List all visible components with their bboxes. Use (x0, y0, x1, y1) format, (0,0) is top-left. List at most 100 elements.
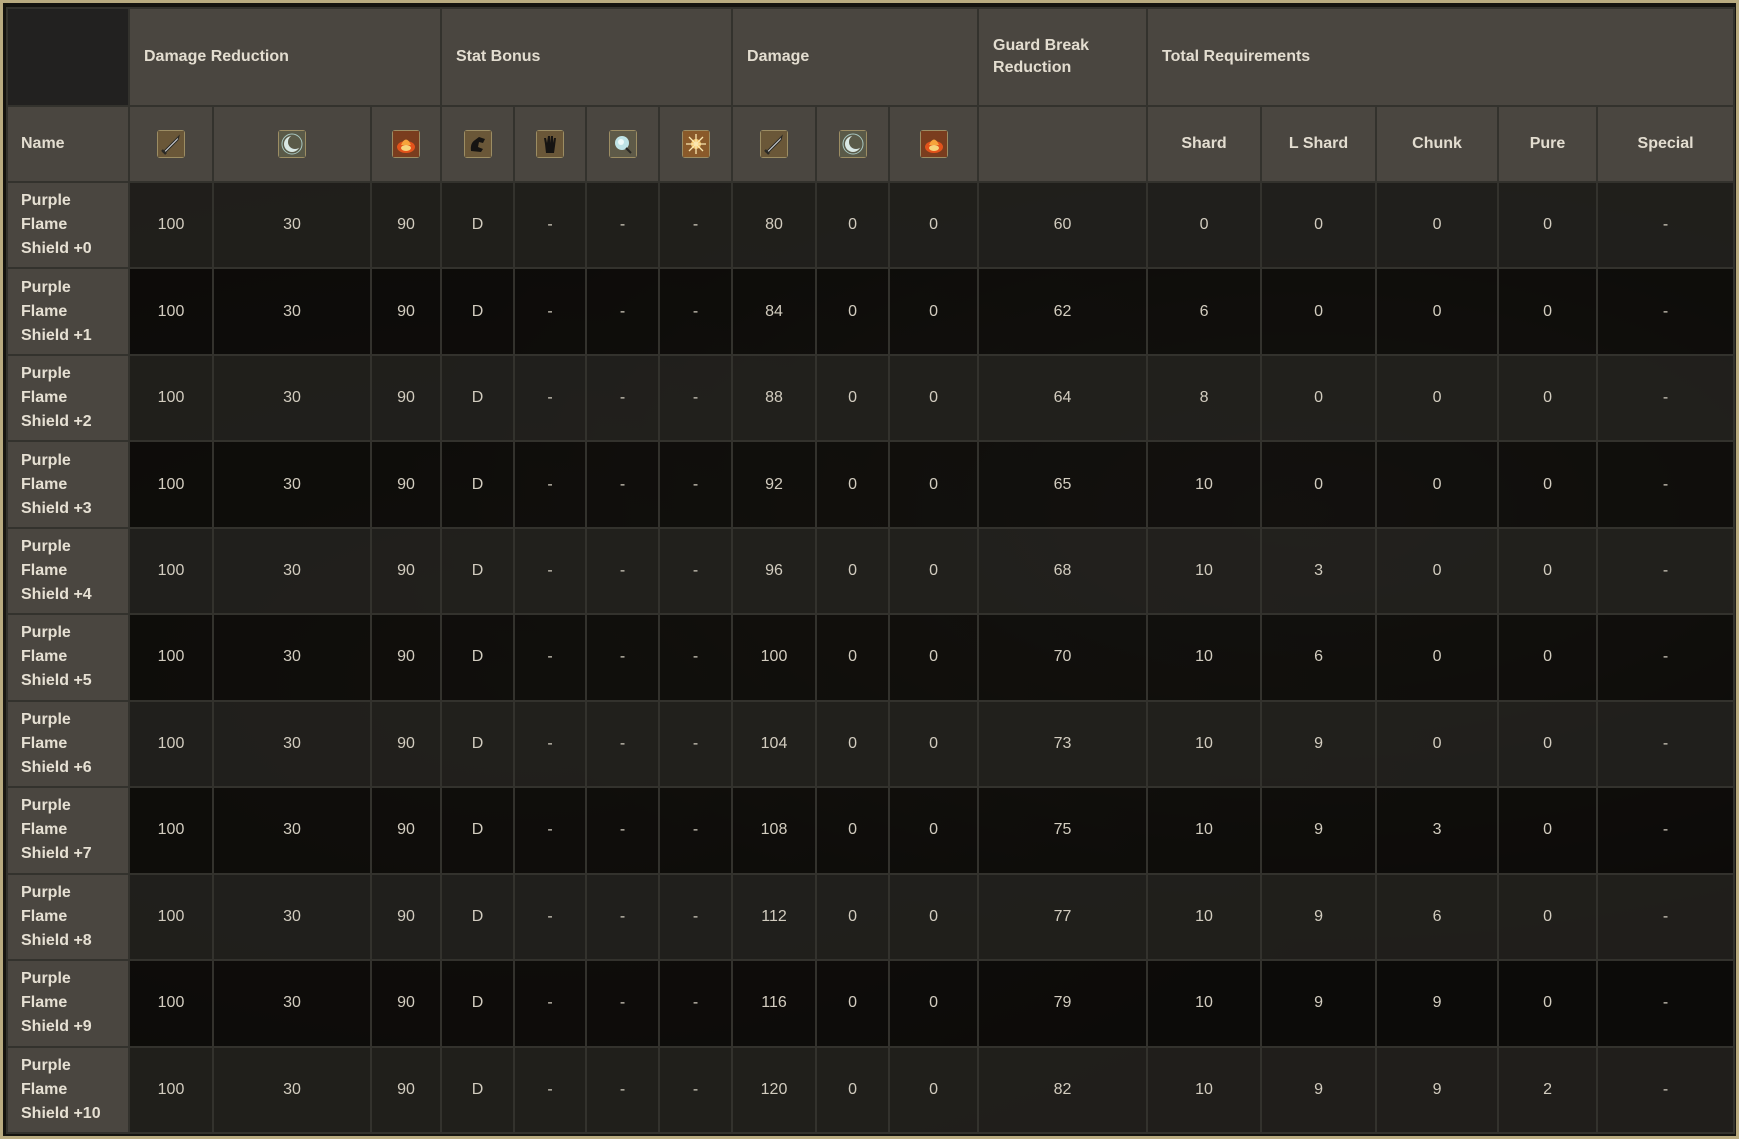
row-name: Purple Flame Shield +7 (6, 786, 130, 875)
row-name: Purple Flame Shield +2 (6, 353, 130, 443)
cell-dr-fire: 90 (370, 526, 442, 616)
cell-req-special: - (1596, 1045, 1736, 1135)
row-name: Purple Flame Shield +8 (6, 872, 130, 962)
cell-dmg-magic: 0 (815, 353, 891, 443)
cell-req-special: - (1596, 353, 1736, 443)
cell-req-pure: 0 (1497, 353, 1599, 443)
cell-req-shard: 10 (1146, 872, 1263, 962)
cell-req-l-shard: 0 (1260, 353, 1378, 443)
upgrade-table-frame: Damage Reduction Stat Bonus Damage Guard… (0, 0, 1739, 1139)
cell-req-shard: 10 (1146, 1045, 1263, 1135)
cell-req-chunk: 0 (1375, 180, 1500, 270)
cell-dr-fire: 90 (370, 1045, 442, 1135)
cell-req-l-shard: 9 (1260, 786, 1378, 875)
cell-stat-strength: D (440, 353, 515, 443)
cell-req-shard: 10 (1146, 440, 1263, 529)
cell-stat-strength: D (440, 440, 515, 529)
cell-req-shard: 10 (1146, 613, 1263, 702)
intelligence-icon (608, 130, 637, 158)
column-header-shard: Shard (1146, 105, 1263, 183)
cell-req-shard: 8 (1146, 353, 1263, 443)
cell-req-l-shard: 9 (1260, 872, 1378, 962)
cell-stat-dexterity: - (513, 440, 587, 529)
cell-stat-intelligence: - (585, 353, 660, 443)
cell-req-special: - (1596, 267, 1736, 356)
row-name: Purple Flame Shield +3 (6, 440, 130, 529)
cell-dmg-magic: 0 (815, 699, 891, 789)
table-row: Purple Flame Shield +1 100 30 90 D - - -84 0 0 62 6 0 0… (6, 267, 1736, 356)
cell-req-chunk: 0 (1375, 613, 1500, 702)
cell-req-shard: 6 (1146, 267, 1263, 356)
table-row: Purple Flame Shield +4 100 30 90 D - - -96 0 0 68 10 3… (6, 526, 1736, 616)
cell-dmg-physical: 120 (731, 1045, 818, 1135)
cell-dr-magic: 30 (212, 959, 372, 1048)
magic-icon (838, 130, 867, 158)
cell-stat-strength: D (440, 1045, 515, 1135)
cell-stat-intelligence: - (585, 267, 660, 356)
fire-icon (919, 130, 948, 158)
row-name: Purple Flame Shield +1 (6, 267, 130, 356)
cell-stat-dexterity: - (513, 872, 587, 962)
row-name: Purple Flame Shield +5 (6, 613, 130, 702)
cell-stat-dexterity: - (513, 786, 587, 875)
cell-dr-physical: 100 (128, 526, 214, 616)
cell-dmg-magic: 0 (815, 872, 891, 962)
cell-dmg-fire: 0 (888, 526, 980, 616)
cell-guard-break: 60 (977, 180, 1149, 270)
cell-dmg-physical: 84 (731, 267, 818, 356)
cell-dmg-physical: 108 (731, 786, 818, 875)
cell-req-pure: 0 (1497, 959, 1599, 1048)
cell-req-chunk: 0 (1375, 526, 1500, 616)
cell-stat-strength: D (440, 267, 515, 356)
row-name: Purple Flame Shield +9 (6, 959, 130, 1048)
cell-stat-dexterity: - (513, 959, 587, 1048)
cell-req-pure: 0 (1497, 872, 1599, 962)
table-row: Purple Flame Shield +10 100 30 90 D - - -120 0 0 82 1… (6, 1045, 1736, 1135)
table-row: Purple Flame Shield +8 100 30 90 D - - -112 0 0 77 10… (6, 872, 1736, 962)
group-header-damage-reduction: Damage Reduction (128, 7, 442, 107)
cell-stat-intelligence: - (585, 786, 660, 875)
column-header-name: Name (6, 105, 130, 183)
cell-stat-strength: D (440, 180, 515, 270)
column-header-dmg-magic (815, 105, 891, 183)
cell-dr-fire: 90 (370, 180, 442, 270)
cell-dr-magic: 30 (212, 1045, 372, 1135)
cell-stat-faith: - (657, 959, 734, 1048)
cell-dmg-physical: 116 (731, 959, 818, 1048)
cell-req-chunk: 0 (1375, 440, 1500, 529)
cell-dmg-fire: 0 (888, 267, 980, 356)
column-header-pure: Pure (1497, 105, 1599, 183)
cell-req-pure: 0 (1497, 440, 1599, 529)
cell-req-special: - (1596, 786, 1736, 875)
cell-req-special: - (1596, 526, 1736, 616)
column-header-stat-dexterity (513, 105, 587, 183)
cell-req-special: - (1596, 613, 1736, 702)
cell-stat-dexterity: - (513, 1045, 587, 1135)
cell-req-shard: 0 (1146, 180, 1263, 270)
cell-req-special: - (1596, 440, 1736, 529)
cell-req-l-shard: 9 (1260, 699, 1378, 789)
cell-dr-magic: 30 (212, 613, 372, 702)
cell-stat-dexterity: - (513, 613, 587, 702)
cell-dr-magic: 30 (212, 180, 372, 270)
cell-req-chunk: 9 (1375, 1045, 1500, 1135)
cell-req-pure: 0 (1497, 267, 1599, 356)
cell-guard-break: 68 (977, 526, 1149, 616)
cell-req-pure: 0 (1497, 786, 1599, 875)
cell-req-special: - (1596, 872, 1736, 962)
cell-stat-strength: D (440, 613, 515, 702)
cell-stat-faith: - (657, 1045, 734, 1135)
strength-icon (463, 130, 492, 158)
cell-dr-physical: 100 (128, 180, 214, 270)
row-name: Purple Flame Shield +10 (6, 1045, 130, 1135)
cell-stat-strength: D (440, 872, 515, 962)
group-header-total-requirements: Total Requirements (1146, 7, 1736, 107)
cell-stat-faith: - (657, 526, 734, 616)
column-header-dmg-physical (731, 105, 818, 183)
cell-stat-faith: - (657, 872, 734, 962)
cell-dmg-magic: 0 (815, 786, 891, 875)
cell-stat-intelligence: - (585, 699, 660, 789)
column-header-dr-physical (128, 105, 214, 183)
cell-req-l-shard: 0 (1260, 180, 1378, 270)
cell-dr-physical: 100 (128, 1045, 214, 1135)
